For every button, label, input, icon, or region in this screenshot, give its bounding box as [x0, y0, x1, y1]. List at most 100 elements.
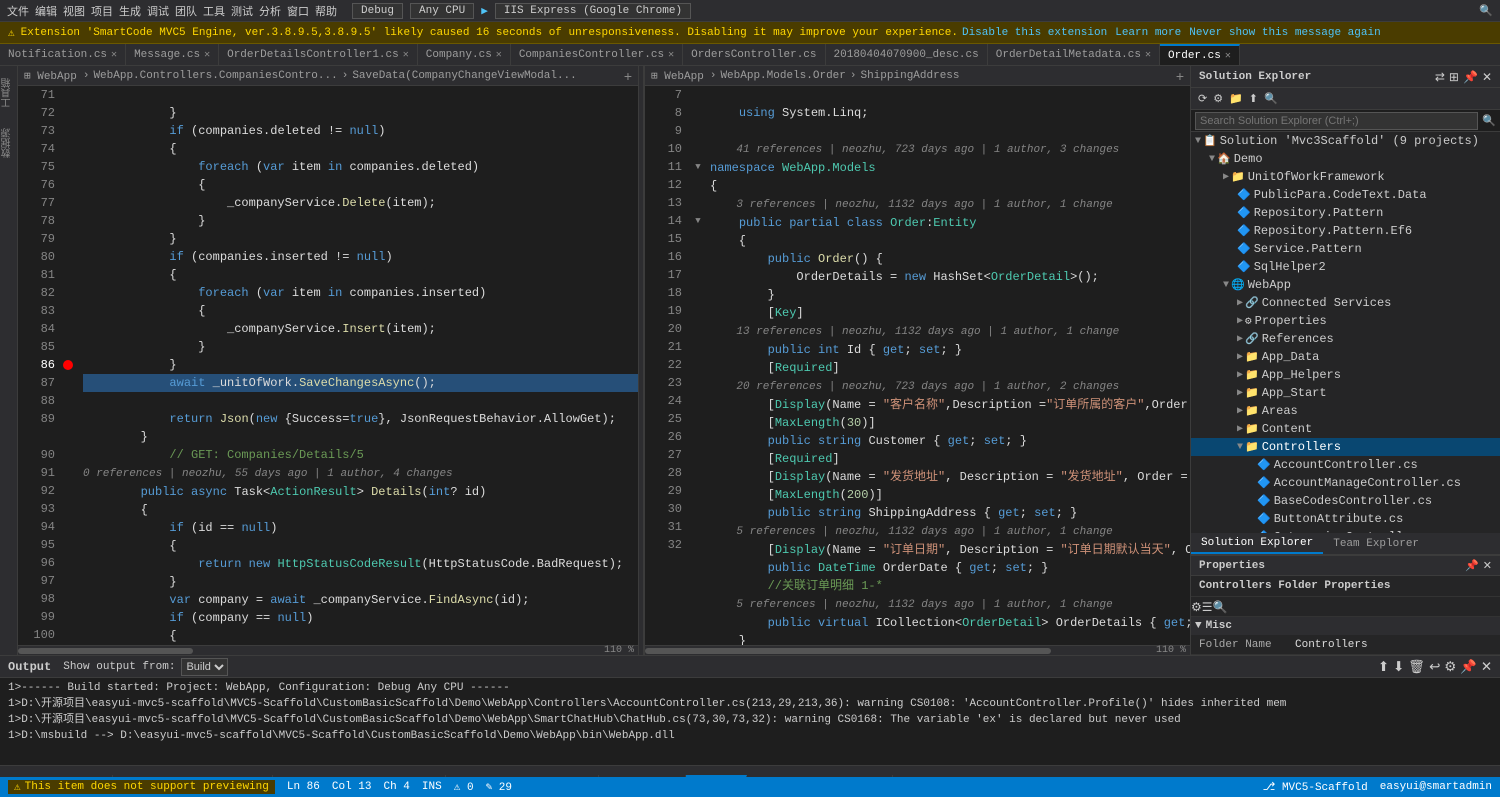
se-btn-1[interactable]: ⇄	[1435, 70, 1445, 84]
menu-debug[interactable]: 调试	[147, 3, 169, 19]
accountmanage-label: AccountManageController.cs	[1274, 476, 1461, 490]
se-item-references[interactable]: ▶ 🔗 References	[1191, 330, 1500, 348]
tab-orderdetailmeta-close[interactable]: ✕	[1145, 49, 1151, 61]
tab-companiescontroller[interactable]: CompaniesController.cs ✕	[511, 44, 683, 65]
prop-btn-pin[interactable]: 📌	[1465, 559, 1479, 572]
tab-orderdetails[interactable]: OrderDetailsController1.cs ✕	[219, 44, 418, 65]
disable-extension-link[interactable]: Disable this extension	[962, 27, 1107, 39]
menu-help[interactable]: 帮助	[315, 3, 337, 19]
se-item-content[interactable]: ▶ 📁 Content	[1191, 420, 1500, 438]
tab-notification-close[interactable]: ✕	[111, 49, 117, 61]
menu-tools[interactable]: 工具	[203, 3, 225, 19]
main-area: 工具箱 数据源 ⊞ WebApp › WebApp.Controllers.Co…	[0, 66, 1500, 655]
run-button[interactable]: ▶	[481, 4, 488, 18]
status-branch[interactable]: ⎇ MVC5-Scaffold	[1263, 780, 1368, 794]
tab-message[interactable]: Message.cs ✕	[126, 44, 219, 65]
breakpoint-86	[63, 360, 73, 370]
output-btn-wrap[interactable]: ↩	[1429, 659, 1440, 675]
search-toolbar[interactable]: 🔍	[1479, 4, 1493, 18]
tab-company[interactable]: Company.cs ✕	[418, 44, 511, 65]
add-pane-right-button[interactable]: +	[1176, 69, 1184, 83]
se-toolbar-btn-3[interactable]: 📁	[1226, 91, 1246, 106]
menu-view[interactable]: 视图	[63, 3, 85, 19]
menu-analyze[interactable]: 分析	[259, 3, 281, 19]
output-source-select[interactable]: Build	[181, 658, 228, 676]
right-code-content[interactable]: using System.Linq; 41 references | neozh…	[706, 86, 1190, 645]
se-item-apphelpers[interactable]: ▶ 📁 App_Helpers	[1191, 366, 1500, 384]
se-search-input[interactable]	[1195, 112, 1478, 130]
left-scrollbar-h[interactable]: 110 %	[18, 645, 638, 655]
se-item-appdata[interactable]: ▶ 📁 App_Data	[1191, 348, 1500, 366]
se-item-solution[interactable]: ▼ 📋 Solution 'Mvc3Scaffold' (9 projects)	[1191, 132, 1500, 150]
left-code-area[interactable]: 71 72 73 74 75 76 77 78 79 80 81 82 83 8…	[18, 86, 638, 645]
add-pane-button[interactable]: +	[624, 69, 632, 83]
status-ln: Ln 86	[287, 781, 320, 793]
left-code-content[interactable]: } if (companies.deleted != null) { forea…	[79, 86, 638, 645]
output-scrollbar[interactable]	[0, 765, 1500, 775]
tab-order[interactable]: Order.cs ✕	[1160, 44, 1240, 65]
debug-mode[interactable]: Debug	[352, 3, 403, 19]
menu-edit[interactable]: 编辑	[35, 3, 57, 19]
se-item-basecodes[interactable]: 🔷 BaseCodesController.cs	[1191, 492, 1500, 510]
prop-categorize-btn[interactable]: ☰	[1202, 600, 1213, 614]
se-btn-close[interactable]: ✕	[1482, 70, 1492, 84]
output-btn-clear[interactable]: 🗑	[1408, 659, 1425, 675]
se-item-sqlhelper[interactable]: 🔷 SqlHelper2	[1191, 258, 1500, 276]
right-code-area[interactable]: 7 8 9 10 11 12 13 14 15 16 17 18 19 20 2…	[645, 86, 1190, 645]
output-btn-close[interactable]: ✕	[1481, 659, 1492, 675]
se-tab-solution[interactable]: Solution Explorer	[1191, 533, 1323, 554]
tab-company-close[interactable]: ✕	[496, 49, 502, 61]
output-btn-pin[interactable]: 📌	[1460, 659, 1477, 675]
se-item-servicepattern[interactable]: 🔷 Service.Pattern	[1191, 240, 1500, 258]
tab-companiescontroller-label: CompaniesController.cs	[519, 49, 664, 61]
tab-orderdetails-close[interactable]: ✕	[403, 49, 409, 61]
se-item-repopatternef6[interactable]: 🔷 Repository.Pattern.Ef6	[1191, 222, 1500, 240]
menu-file[interactable]: 文件	[7, 3, 29, 19]
se-item-properties[interactable]: ▶ ⚙ Properties	[1191, 312, 1500, 330]
tab-message-close[interactable]: ✕	[204, 49, 210, 61]
prop-search-btn[interactable]: 🔍	[1213, 600, 1228, 614]
menu-window[interactable]: 窗口	[287, 3, 309, 19]
tab-order-close[interactable]: ✕	[1225, 50, 1231, 62]
output-btn-settings[interactable]: ⚙	[1444, 659, 1456, 675]
browser-select[interactable]: IIS Express (Google Chrome)	[495, 3, 691, 19]
output-btn-1[interactable]: ⬆	[1378, 659, 1389, 675]
se-toolbar-btn-1[interactable]: ⟳	[1195, 91, 1210, 106]
se-item-controllers[interactable]: ▼ 📁 Controllers	[1191, 438, 1500, 456]
right-scrollbar-h[interactable]: 110 %	[645, 645, 1190, 655]
output-content[interactable]: 1>------ Build started: Project: WebApp,…	[0, 678, 1500, 765]
cpu-mode[interactable]: Any CPU	[410, 3, 474, 19]
se-item-connectedservices[interactable]: ▶ 🔗 Connected Services	[1191, 294, 1500, 312]
se-item-accountmanage[interactable]: 🔷 AccountManageController.cs	[1191, 474, 1500, 492]
se-item-accountcontroller[interactable]: 🔷 AccountController.cs	[1191, 456, 1500, 474]
se-item-unitofwork[interactable]: ▶ 📁 UnitOfWorkFramework	[1191, 168, 1500, 186]
status-warning: ⚠ This item does not support previewing	[8, 780, 275, 794]
se-toolbar-btn-2[interactable]: ⚙	[1210, 91, 1226, 106]
se-item-appstart[interactable]: ▶ 📁 App_Start	[1191, 384, 1500, 402]
se-toolbar-btn-4[interactable]: ⬆	[1246, 91, 1261, 106]
tab-companiescontroller-close[interactable]: ✕	[668, 49, 674, 61]
se-btn-pin[interactable]: 📌	[1463, 70, 1478, 84]
menu-team[interactable]: 团队	[175, 3, 197, 19]
never-show-link[interactable]: Never show this message again	[1189, 27, 1380, 39]
se-item-repopattern[interactable]: 🔷 Repository.Pattern	[1191, 204, 1500, 222]
menu-test[interactable]: 测试	[231, 3, 253, 19]
tab-migration[interactable]: 20180404070900_desc.cs	[826, 44, 988, 65]
tab-notification[interactable]: Notification.cs ✕	[0, 44, 126, 65]
menu-project[interactable]: 项目	[91, 3, 113, 19]
se-btn-2[interactable]: ⊞	[1449, 70, 1459, 84]
se-item-demo[interactable]: ▼ 🏠 Demo	[1191, 150, 1500, 168]
tab-orderdetailmeta[interactable]: OrderDetailMetadata.cs ✕	[988, 44, 1160, 65]
prop-btn-close[interactable]: ✕	[1483, 559, 1492, 572]
prop-sort-btn[interactable]: ⚙	[1191, 600, 1202, 614]
se-item-webapp[interactable]: ▼ 🌐 WebApp	[1191, 276, 1500, 294]
output-btn-2[interactable]: ⬇	[1393, 659, 1404, 675]
se-item-publicpara[interactable]: 🔷 PublicPara.CodeText.Data	[1191, 186, 1500, 204]
learn-more-link[interactable]: Learn more	[1115, 27, 1181, 39]
menu-build[interactable]: 生成	[119, 3, 141, 19]
se-tab-team[interactable]: Team Explorer	[1323, 533, 1429, 554]
se-toolbar-btn-5[interactable]: 🔍	[1261, 91, 1281, 106]
tab-orderscontroller[interactable]: OrdersController.cs	[683, 44, 825, 65]
se-item-areas[interactable]: ▶ 📁 Areas	[1191, 402, 1500, 420]
se-item-buttonattr[interactable]: 🔷 ButtonAttribute.cs	[1191, 510, 1500, 528]
